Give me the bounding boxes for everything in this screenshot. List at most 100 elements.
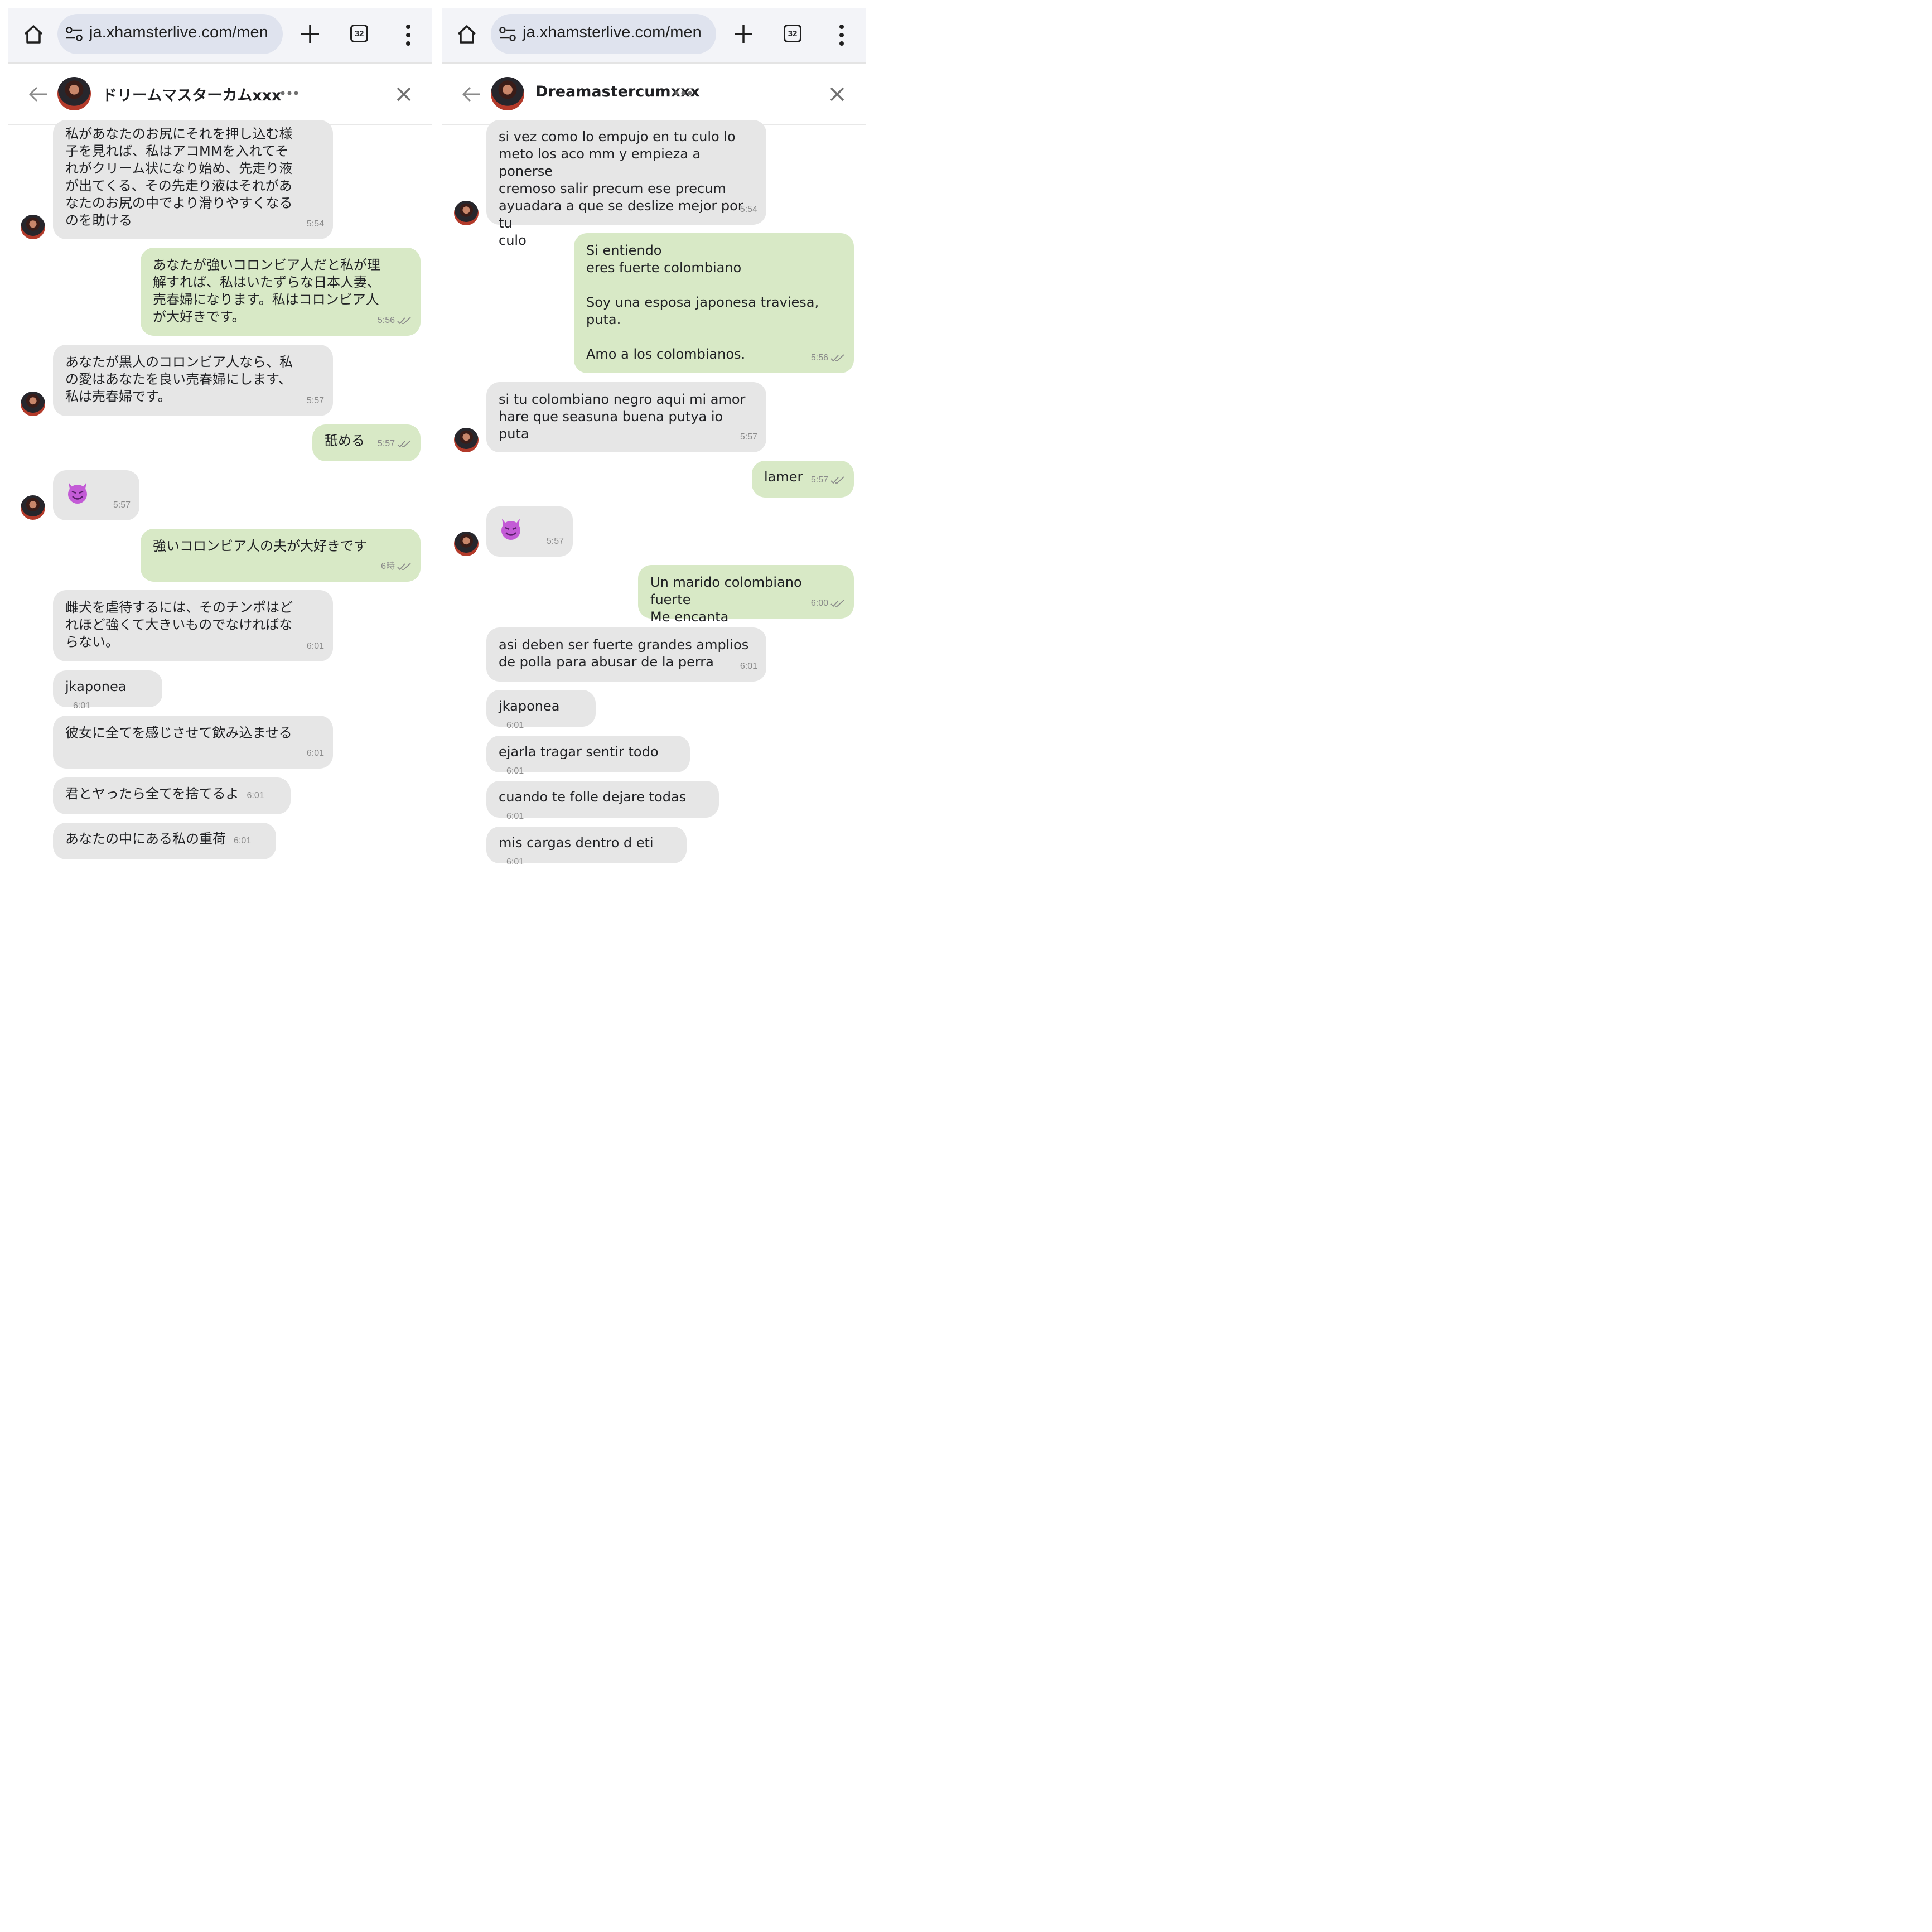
- home-icon[interactable]: [22, 23, 45, 46]
- message-time: 5:57: [378, 435, 412, 452]
- sender-avatar[interactable]: [454, 532, 479, 556]
- message-incoming[interactable]: ejarla tragar sentir todo 6:01: [486, 736, 690, 776]
- message-text: si vez como lo empujo en tu culo lo meto…: [499, 129, 743, 248]
- message-text: 君とヤったら全てを捨てるよ: [65, 786, 239, 801]
- message-incoming[interactable]: jkaponea 6:01: [53, 670, 162, 711]
- back-arrow-icon[interactable]: [28, 86, 47, 103]
- url-text: ja.xhamsterlive.com/men: [89, 23, 268, 41]
- message-incoming[interactable]: si tu colombiano negro aqui mi amor hare…: [486, 382, 766, 452]
- home-icon[interactable]: [456, 23, 478, 46]
- smiling-devil-emoji: [501, 519, 520, 540]
- read-ticks-icon: [397, 563, 411, 571]
- message-text: 私があなたのお尻にそれを押し込む様 子を見れば、私はアコMMを入れてそ れがクリ…: [65, 126, 293, 228]
- message-time: 6:01: [506, 857, 524, 867]
- message-incoming[interactable]: 雌犬を虐待するには、そのチンポはど れほど強くて大きいものでなければな らない。…: [53, 590, 333, 661]
- message-time: 5:57: [546, 537, 564, 546]
- message-text: あなたが黒人のコロンビア人なら、私 の愛はあなたを良い売春婦にします、 私は売春…: [65, 354, 293, 404]
- browser-toolbar: ja.xhamsterlive.com/men 32: [442, 8, 866, 64]
- message-time: 5:57: [811, 471, 845, 489]
- message-incoming[interactable]: jkaponea 6:01: [486, 690, 596, 730]
- message-text: ejarla tragar sentir todo: [499, 744, 659, 760]
- site-settings-icon[interactable]: [499, 27, 516, 41]
- message-time: 5:54: [740, 205, 757, 214]
- message-text: Si entiendo eres fuerte colombiano Soy u…: [586, 243, 819, 362]
- message-text: jkaponea: [499, 698, 560, 714]
- message-outgoing[interactable]: Si entiendo eres fuerte colombiano Soy u…: [574, 233, 854, 373]
- browser-menu-icon[interactable]: [405, 24, 411, 46]
- message-time: 6:01: [306, 748, 324, 758]
- tab-count-button[interactable]: 32: [784, 25, 801, 42]
- message-incoming[interactable]: asi deben ser fuerte grandes amplios de …: [486, 627, 766, 682]
- site-settings-icon[interactable]: [65, 27, 83, 41]
- sender-avatar[interactable]: [454, 428, 479, 452]
- chat-screenshot-japanese: ja.xhamsterlive.com/men 32 ドリームマスターカムxxx…: [8, 8, 432, 875]
- address-bar[interactable]: ja.xhamsterlive.com/men: [491, 14, 716, 54]
- message-outgoing[interactable]: あなたが強いコロンビア人だと私が理 解すれば、私はいたずらな日本人妻、 売春婦に…: [141, 248, 421, 336]
- message-time: 6:01: [506, 766, 524, 776]
- message-time: 6:01: [506, 812, 524, 821]
- read-ticks-icon: [397, 317, 411, 325]
- tab-count-button[interactable]: 32: [350, 25, 368, 42]
- message-outgoing[interactable]: lamer 5:57: [752, 461, 854, 498]
- browser-toolbar: ja.xhamsterlive.com/men 32: [8, 8, 432, 64]
- message-outgoing[interactable]: 強いコロンビア人の夫が大好きです 6時: [141, 529, 421, 582]
- sender-avatar[interactable]: [454, 201, 479, 225]
- chat-header: Dreamastercumxxx: [442, 64, 866, 125]
- message-incoming[interactable]: 彼女に全てを感じさせて飲み込ませる 6:01: [53, 716, 333, 769]
- message-incoming[interactable]: 私があなたのお尻にそれを押し込む様 子を見れば、私はアコMMを入れてそ れがクリ…: [53, 120, 333, 239]
- message-text: cuando te folle dejare todas: [499, 789, 687, 805]
- message-time: 6:01: [234, 836, 252, 846]
- message-text: jkaponea: [65, 679, 127, 694]
- sender-avatar[interactable]: [21, 392, 45, 416]
- contact-avatar[interactable]: [491, 77, 524, 110]
- message-time: 5:57: [740, 432, 757, 442]
- more-options-icon[interactable]: [280, 90, 299, 96]
- message-time: 6:01: [740, 661, 757, 671]
- message-incoming[interactable]: あなたが黒人のコロンビア人なら、私 の愛はあなたを良い売春婦にします、 私は売春…: [53, 345, 333, 416]
- contact-avatar[interactable]: [57, 77, 91, 110]
- close-icon[interactable]: [395, 86, 412, 103]
- message-time: 6時: [381, 558, 412, 575]
- read-ticks-icon: [830, 476, 844, 484]
- message-time: 6:01: [247, 791, 264, 800]
- chat-screenshot-spanish: ja.xhamsterlive.com/men 32 Dreamastercum…: [442, 8, 866, 875]
- message-outgoing[interactable]: Un marido colombiano fuerte Me encanta 6…: [638, 565, 854, 625]
- sender-avatar[interactable]: [21, 215, 45, 239]
- address-bar[interactable]: ja.xhamsterlive.com/men: [57, 14, 283, 54]
- message-time: 6:00: [811, 595, 845, 612]
- message-outgoing[interactable]: 舐める 5:57: [312, 424, 421, 461]
- message-time: 5:56: [811, 349, 845, 366]
- message-time: 5:56: [378, 312, 412, 329]
- message-text: 強いコロンビア人の夫が大好きです: [153, 538, 367, 554]
- new-tab-icon[interactable]: [300, 23, 321, 45]
- read-ticks-icon: [830, 600, 844, 607]
- close-icon[interactable]: [829, 86, 846, 103]
- chat-header: ドリームマスターカムxxx: [8, 64, 432, 125]
- url-text: ja.xhamsterlive.com/men: [523, 23, 702, 41]
- message-incoming[interactable]: cuando te folle dejare todas 6:01: [486, 781, 719, 821]
- message-text: 舐める: [325, 433, 365, 448]
- message-incoming[interactable]: 君とヤったら全てを捨てるよ 6:01: [53, 777, 291, 814]
- message-time: 5:57: [113, 500, 131, 510]
- read-ticks-icon: [830, 354, 844, 362]
- message-incoming[interactable]: 5:57: [486, 506, 573, 557]
- message-incoming[interactable]: si vez como lo empujo en tu culo lo meto…: [486, 120, 766, 248]
- contact-name[interactable]: ドリームマスターカムxxx: [102, 83, 281, 105]
- message-incoming[interactable]: 5:57: [53, 470, 139, 520]
- message-time: 6:01: [506, 721, 524, 730]
- message-text: あなたの中にある私の重荷: [65, 831, 226, 847]
- more-options-icon[interactable]: [674, 90, 693, 96]
- message-text: si tu colombiano negro aqui mi amor hare…: [499, 392, 746, 442]
- browser-menu-icon[interactable]: [839, 24, 844, 46]
- back-arrow-icon[interactable]: [462, 86, 481, 103]
- message-text: lamer: [764, 469, 803, 485]
- message-time: 6:01: [73, 701, 91, 711]
- message-text: asi deben ser fuerte grandes amplios de …: [499, 637, 749, 670]
- message-text: 彼女に全てを感じさせて飲み込ませる: [65, 725, 292, 741]
- message-incoming[interactable]: あなたの中にある私の重荷 6:01: [53, 823, 276, 859]
- message-time: 5:54: [306, 219, 324, 229]
- new-tab-icon[interactable]: [733, 23, 754, 45]
- sender-avatar[interactable]: [21, 495, 45, 520]
- message-text: あなたが強いコロンビア人だと私が理 解すれば、私はいたずらな日本人妻、 売春婦に…: [153, 257, 380, 325]
- message-incoming[interactable]: mis cargas dentro d eti 6:01: [486, 827, 687, 867]
